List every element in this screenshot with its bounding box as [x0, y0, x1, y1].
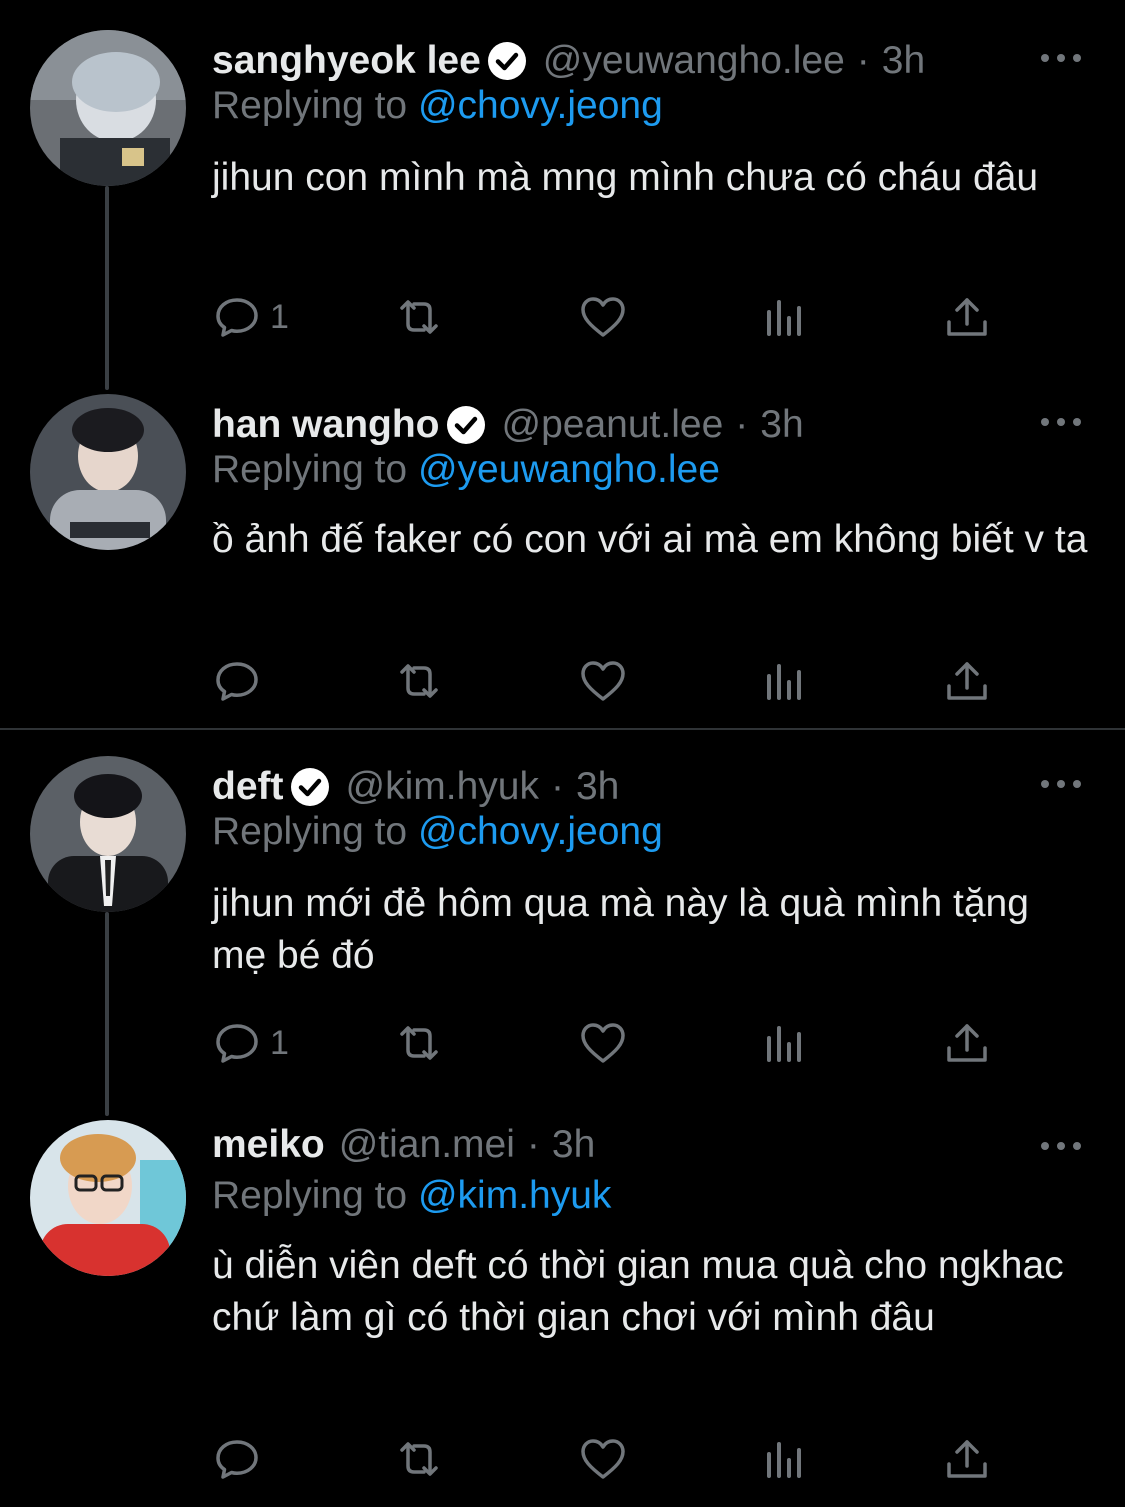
replying-to-label: Replying to: [212, 448, 408, 491]
views-icon: [760, 656, 810, 706]
share-icon: [942, 1434, 992, 1484]
tweet-header: han wangho @peanut.lee · 3h: [212, 400, 804, 450]
action-bar: 1: [212, 1018, 1012, 1068]
replying-to-label: Replying to: [212, 810, 408, 853]
timestamp[interactable]: 3h: [882, 39, 925, 83]
retweet-icon: [394, 1018, 444, 1068]
mention-link[interactable]: @yeuwangho.lee: [418, 448, 720, 491]
replying-to: Replying to @chovy.jeong: [212, 84, 663, 128]
views-button[interactable]: [760, 292, 810, 342]
views-button[interactable]: [760, 656, 810, 706]
heart-icon: [578, 1434, 628, 1484]
like-button[interactable]: [578, 292, 628, 342]
retweet-button[interactable]: [394, 292, 444, 342]
views-icon: [760, 292, 810, 342]
like-button[interactable]: [578, 1434, 628, 1484]
display-name[interactable]: meiko: [212, 1123, 325, 1167]
separator-dot: ·: [856, 39, 870, 82]
tweet-header: sanghyeok lee @yeuwangho.lee · 3h: [212, 36, 925, 86]
display-name[interactable]: deft: [212, 765, 284, 809]
retweet-icon: [394, 292, 444, 342]
more-icon[interactable]: [1041, 1136, 1081, 1156]
replying-to: Replying to @chovy.jeong: [212, 810, 663, 854]
more-icon[interactable]: [1041, 412, 1081, 432]
thread-connector-line: [105, 186, 109, 390]
heart-icon: [578, 656, 628, 706]
reply-button[interactable]: [212, 1434, 270, 1484]
avatar[interactable]: [30, 756, 186, 912]
tweet-text: ù diễn viên deft có thời gian mua quà ch…: [212, 1244, 1064, 1339]
mention-link[interactable]: @chovy.jeong: [418, 810, 663, 853]
share-button[interactable]: [942, 292, 992, 342]
retweet-button[interactable]: [394, 1018, 444, 1068]
replying-to: Replying to @kim.hyuk: [212, 1174, 611, 1218]
retweet-icon: [394, 656, 444, 706]
timestamp[interactable]: 3h: [552, 1123, 595, 1167]
retweet-button[interactable]: [394, 1434, 444, 1484]
action-bar: [212, 656, 1012, 706]
like-button[interactable]: [578, 1018, 628, 1068]
reply-button[interactable]: 1: [212, 1018, 289, 1068]
views-icon: [760, 1434, 810, 1484]
mention-link[interactable]: @kim.hyuk: [418, 1174, 611, 1217]
reply-icon: [212, 1434, 262, 1484]
handle[interactable]: @yeuwangho.lee: [543, 39, 845, 83]
reply-count: 1: [270, 297, 289, 336]
reply-button[interactable]: [212, 656, 270, 706]
verified-badge-icon: [288, 765, 332, 809]
mention-link[interactable]: @chovy.jeong: [418, 84, 663, 127]
timestamp[interactable]: 3h: [760, 403, 803, 447]
avatar[interactable]: [30, 394, 186, 550]
handle[interactable]: @peanut.lee: [502, 403, 724, 447]
separator-dot: ·: [550, 765, 564, 808]
share-icon: [942, 1018, 992, 1068]
display-name[interactable]: han wangho: [212, 403, 440, 447]
retweet-icon: [394, 1434, 444, 1484]
share-button[interactable]: [942, 1434, 992, 1484]
reply-icon: [212, 292, 262, 342]
heart-icon: [578, 292, 628, 342]
handle[interactable]: @kim.hyuk: [346, 765, 539, 809]
replying-to: Replying to @yeuwangho.lee: [212, 448, 720, 492]
like-button[interactable]: [578, 656, 628, 706]
avatar[interactable]: [30, 30, 186, 186]
thread-connector-line: [105, 912, 109, 1116]
display-name[interactable]: sanghyeok lee: [212, 39, 481, 83]
avatar[interactable]: [30, 1120, 186, 1276]
more-icon[interactable]: [1041, 48, 1081, 68]
replying-to-label: Replying to: [212, 84, 408, 127]
reply-feed: sanghyeok lee @yeuwangho.lee · 3h Replyi…: [0, 0, 1125, 1507]
heart-icon: [578, 1018, 628, 1068]
share-button[interactable]: [942, 1018, 992, 1068]
verified-badge-icon: [444, 403, 488, 447]
tweet-text: jihun mới đẻ hôm qua mà này là quà mình …: [212, 882, 1029, 977]
share-icon: [942, 656, 992, 706]
views-button[interactable]: [760, 1018, 810, 1068]
reply-button[interactable]: 1: [212, 292, 289, 342]
reply-count: 1: [270, 1023, 289, 1062]
tweet-text: ồ ảnh đế faker có con với ai mà em không…: [212, 518, 1088, 561]
reply-icon: [212, 1018, 262, 1068]
separator-dot: ·: [735, 403, 749, 446]
tweet-text: jihun con mình mà mng mình chưa có cháu …: [212, 156, 1039, 199]
timestamp[interactable]: 3h: [576, 765, 619, 809]
action-bar: 1: [212, 292, 1012, 342]
action-bar: [212, 1434, 1012, 1484]
tweet-header: deft @kim.hyuk · 3h: [212, 762, 619, 812]
replying-to-label: Replying to: [212, 1174, 408, 1217]
share-icon: [942, 292, 992, 342]
more-icon[interactable]: [1041, 774, 1081, 794]
retweet-button[interactable]: [394, 656, 444, 706]
handle[interactable]: @tian.mei: [339, 1123, 515, 1167]
views-icon: [760, 1018, 810, 1068]
views-button[interactable]: [760, 1434, 810, 1484]
verified-badge-icon: [485, 39, 529, 83]
share-button[interactable]: [942, 656, 992, 706]
reply-icon: [212, 656, 262, 706]
tweet-header: meiko @tian.mei · 3h: [212, 1120, 595, 1170]
separator-dot: ·: [526, 1123, 540, 1166]
thread-divider: [0, 728, 1125, 730]
